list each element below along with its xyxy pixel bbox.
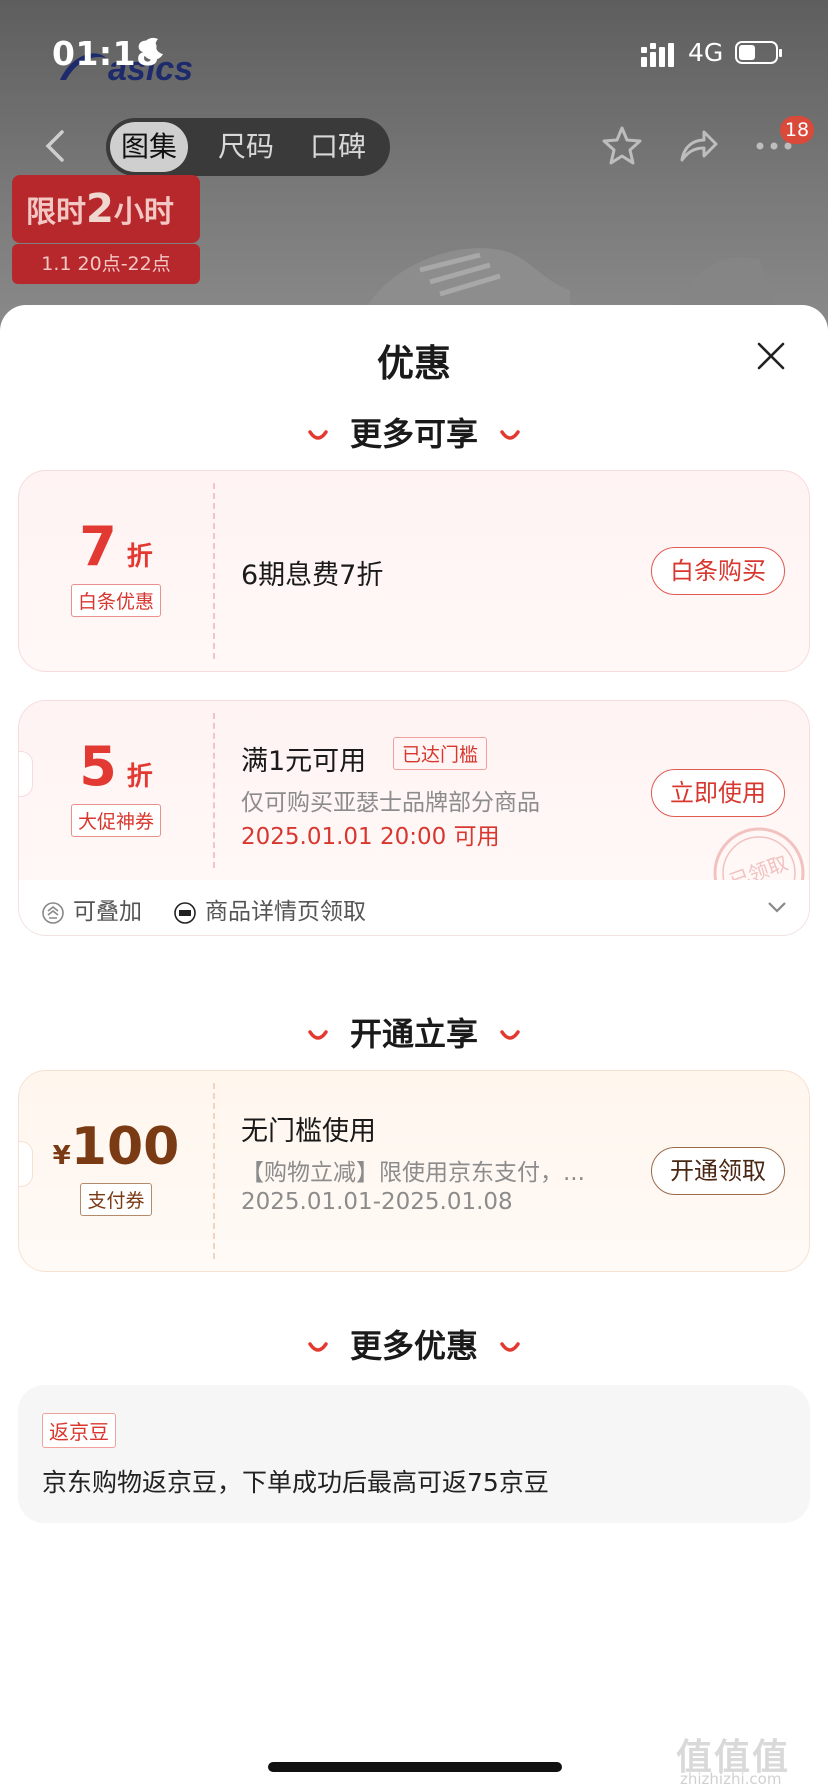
cart-count-badge: 18 [780,116,814,144]
section-more-enjoy: 更多可享 [0,409,828,455]
pay-coupon-card: ¥100 支付券 无门槛使用 【购物立减】限使用京东支付，... 2025.01… [18,1070,810,1272]
stackable-info: 可叠加 [41,892,142,926]
coupon-card-baitiao: 7折 白条优惠 6期息费7折 白条购买 [18,470,810,672]
tab-gallery[interactable]: 图集 [110,122,188,172]
pay-coupon-period: 2025.01.01-2025.01.08 [241,1189,513,1215]
coupon-type-tag: 大促神券 [70,804,161,837]
flash-sale-banner[interactable]: 限时2小时 [12,175,200,243]
flash-sale-suffix: 小时 [113,195,174,230]
coupon-divider [213,1083,215,1259]
product-page-background: asics 01:18 4G 图集 尺码 口碑 18 限时2小时 1.1 20点… [0,0,828,330]
coupon-source-info: 商品详情页领取 [173,892,366,926]
discount-unit: 折 [126,542,153,572]
pay-coupon-amount: ¥100 支付券 [19,1117,213,1216]
pay-coupon-value: 100 [70,1117,180,1177]
discount-value: 5 [79,735,117,798]
star-icon[interactable] [600,124,644,168]
flash-sale-prefix: 限时 [26,195,86,230]
coupon-title: 满1元可用 [241,746,367,777]
stackable-label: 可叠加 [73,899,142,925]
section-open-enjoy: 开通立享 [0,1009,828,1055]
product-tabs: 图集 尺码 口碑 [106,118,390,176]
section-more-offers: 更多优惠 [0,1321,828,1367]
moon-icon [142,37,163,60]
home-indicator[interactable] [268,1762,562,1772]
chevron-down-icon[interactable] [767,900,787,914]
close-icon[interactable] [756,341,786,371]
battery-icon [735,41,782,64]
currency-symbol: ¥ [52,1141,71,1171]
discount-unit: 折 [126,762,153,792]
coupon-type-tag: 支付券 [80,1183,152,1216]
share-icon[interactable] [676,124,720,168]
pay-coupon-title: 无门槛使用 [241,1116,376,1147]
signal-icon [641,43,674,67]
swoosh-right-icon [500,430,520,440]
product-nav-bar: 图集 尺码 口碑 18 [0,110,828,180]
back-arrow-icon[interactable] [40,126,70,166]
tab-reviews[interactable]: 口碑 [296,118,380,176]
activate-claim-button[interactable]: 开通领取 [651,1147,785,1195]
swoosh-left-icon [308,430,328,440]
coupon-extras-row[interactable]: 可叠加 商品详情页领取 [18,880,810,936]
coupon-valid-time: 2025.01.01 20:00 可用 [241,824,500,850]
jingdou-reward-card: 返京豆 京东购物返京豆，下单成功后最高可返75京豆 [18,1385,810,1523]
swoosh-left-icon [308,1030,328,1040]
jingdou-description: 京东购物返京豆，下单成功后最高可返75京豆 [42,1468,549,1497]
coupon-discount: 7折 白条优惠 [19,515,213,617]
coupon-divider [213,713,215,868]
swoosh-right-icon [500,1342,520,1352]
swoosh-right-icon [500,1030,520,1040]
discount-value: 7 [79,515,117,578]
watermark-url: zhizhizhi.com [680,1770,782,1788]
baitiao-buy-button[interactable]: 白条购买 [651,547,785,595]
coupon-card-promo: 5折 大促神券 满1元可用 已达门槛 仅可购买亚瑟士品牌部分商品 2025.01… [18,700,810,880]
coupon-divider [213,483,215,659]
stack-icon [42,901,64,924]
flash-sale-schedule: 1.1 20点-22点 [12,244,200,284]
ticket-icon [174,901,196,924]
pay-coupon-description: 【购物立减】限使用京东支付，... [241,1160,585,1186]
jingdou-tag: 返京豆 [42,1413,116,1448]
swoosh-left-icon [308,1342,328,1352]
claimed-stamp-label: 已领取 [726,851,791,880]
status-bar: 01:18 4G [0,0,828,100]
tab-size[interactable]: 尺码 [206,118,286,176]
coupon-type-tag: 白条优惠 [70,584,161,617]
coupon-source-label: 商品详情页领取 [205,899,366,925]
threshold-reached-badge: 已达门槛 [393,737,488,770]
discount-sheet: 优惠 更多可享 7折 白条优惠 6期息费7折 白条购买 5折 大促神券 满1元可… [0,305,828,1792]
section-more-offers-label: 更多优惠 [349,1327,478,1365]
section-open-enjoy-label: 开通立享 [349,1015,478,1053]
claimed-stamp-icon: 已领取 [713,827,805,880]
coupon-title: 6期息费7折 [241,560,384,591]
section-more-enjoy-label: 更多可享 [349,415,478,453]
flash-sale-hours: 2 [86,186,114,232]
coupon-description: 仅可购买亚瑟士品牌部分商品 [241,790,540,816]
sheet-title: 优惠 [377,342,451,385]
coupon-discount: 5折 大促神券 [19,735,213,837]
product-image [360,248,780,320]
use-now-button[interactable]: 立即使用 [651,769,785,817]
network-type: 4G [688,38,724,67]
